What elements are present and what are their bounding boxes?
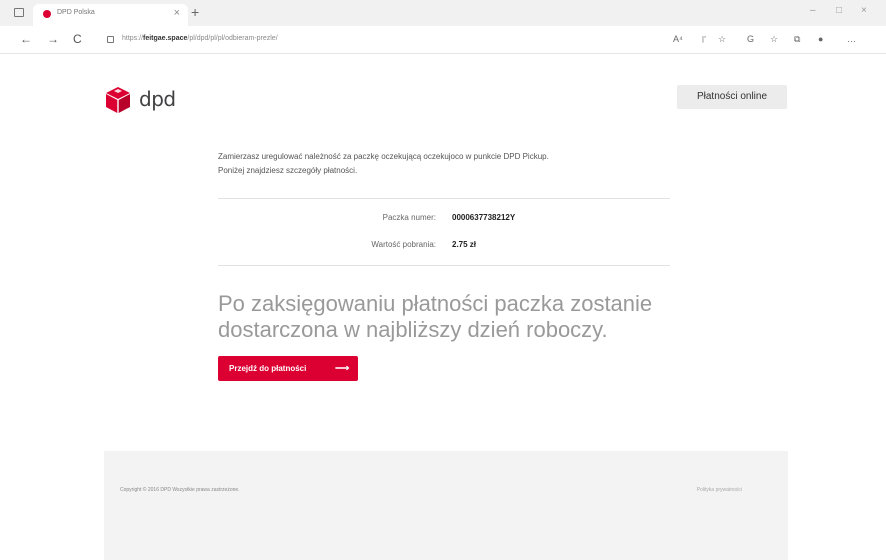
tab-close-icon[interactable]: × (174, 7, 180, 19)
tab-title: DPD Polska (57, 9, 95, 16)
close-window-button[interactable]: × (861, 5, 867, 16)
lock-icon[interactable] (107, 36, 114, 43)
dpd-cube-icon (106, 87, 130, 113)
intro-line-1: Zamierzasz uregulować należność za paczk… (218, 152, 549, 161)
copyright-text: Copyright © 2016 DPD Wszystkie prawa zas… (120, 487, 240, 493)
url-prefix: https:// (122, 35, 144, 42)
forward-button[interactable]: → (47, 32, 59, 46)
amount-value: 2.75 zł (452, 240, 477, 249)
url-domain: feitgae.space (143, 35, 188, 42)
arrow-right-icon: ⟶ (335, 363, 350, 374)
collections-icon[interactable]: ⧉ (794, 34, 800, 45)
tab-actions-icon[interactable] (14, 8, 24, 17)
headline-text: Po zaksięgowaniu płatności paczka zostan… (218, 291, 653, 342)
online-payments-button[interactable]: Płatności online (677, 85, 787, 109)
extension-icon[interactable]: G (747, 34, 754, 44)
intro-text: Zamierzasz uregulować należność za paczk… (218, 150, 678, 178)
minimize-window-button[interactable]: – (810, 5, 816, 16)
new-tab-button[interactable]: + (191, 4, 199, 20)
privacy-policy-link[interactable]: Polityka prywatności (697, 487, 742, 493)
dpd-logo-text: dpd (139, 87, 176, 111)
favorites-icon[interactable]: ☆ (770, 34, 778, 45)
go-to-payment-label: Przejdź do płatności (229, 364, 307, 373)
url-field[interactable]: https://feitgae.space/pl/dpd/pl/pl/odbie… (122, 35, 278, 42)
url-path: /pl/dpd/pl/pl/odbieram-prezle/ (187, 35, 278, 42)
go-to-payment-button[interactable]: Przejdź do płatności ⟶ (218, 356, 358, 381)
amount-label: Wartość pobrania: (371, 240, 436, 249)
back-button[interactable]: ← (20, 32, 32, 46)
package-number-value: 0000637738212Y (452, 213, 516, 222)
immersive-reader-icon[interactable]: 『 (697, 34, 706, 47)
browser-tab-bar: DPD Polska × + – □ × (0, 0, 886, 26)
intro-line-2: Poniżej znajdziesz szczegóły płatności. (218, 166, 358, 175)
divider-top (218, 198, 670, 199)
dpd-logo[interactable]: dpd (105, 86, 185, 116)
package-number-label: Paczka numer: (382, 213, 436, 222)
browser-tab[interactable]: DPD Polska × (33, 4, 188, 26)
read-aloud-icon[interactable]: A⁴ (673, 34, 683, 44)
maximize-window-button[interactable]: □ (836, 5, 842, 16)
profile-avatar-icon[interactable]: ● (818, 34, 823, 44)
divider-bottom (218, 265, 670, 266)
favorite-icon[interactable]: ☆ (718, 34, 726, 45)
dpd-favicon-icon (43, 10, 51, 18)
browser-address-bar: ← → C https://feitgae.space/pl/dpd/pl/pl… (0, 26, 886, 54)
reload-button[interactable]: C (73, 32, 82, 46)
more-menu-icon[interactable]: … (847, 34, 856, 44)
page-footer: Copyright © 2016 DPD Wszystkie prawa zas… (104, 451, 788, 560)
